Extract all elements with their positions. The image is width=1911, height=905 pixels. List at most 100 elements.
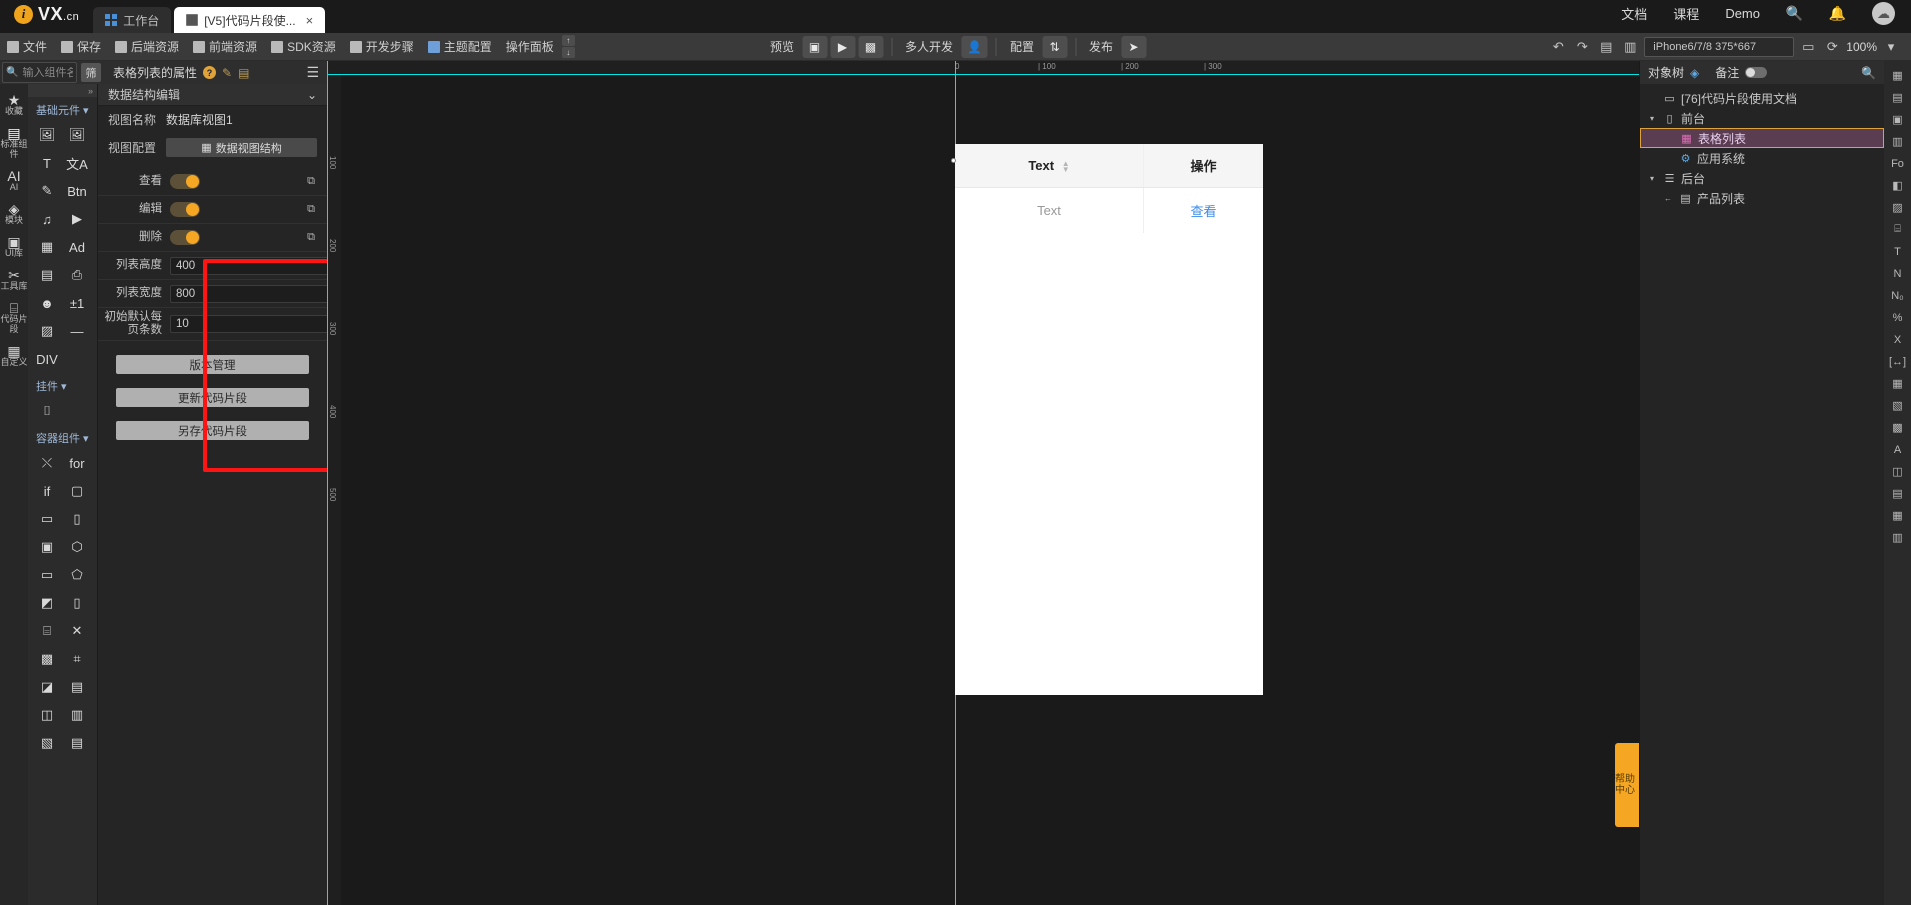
copy-icon[interactable]: ⧉ xyxy=(303,202,319,218)
property-input[interactable] xyxy=(170,284,327,303)
palette-item[interactable]: for xyxy=(62,449,92,477)
rail-tool-icon[interactable]: ▦ xyxy=(1887,66,1908,85)
rail-tool-icon[interactable]: ◫ xyxy=(1887,462,1908,481)
palette-item[interactable]: ▯ xyxy=(62,589,92,617)
object-tree-tab[interactable]: 对象树 xyxy=(1648,64,1684,81)
palette-item[interactable]: ✎ xyxy=(32,177,62,205)
palette-item[interactable]: 🖼 xyxy=(32,121,62,149)
rail-tool-icon[interactable]: X xyxy=(1887,330,1908,349)
palette-item[interactable]: ⤬ xyxy=(32,449,62,477)
data-structure-accordion[interactable]: 数据结构编辑 ⌄ xyxy=(98,84,327,106)
palette-item[interactable]: Btn xyxy=(62,177,92,205)
help-icon[interactable]: ? xyxy=(203,66,217,79)
multiuser-button[interactable]: 👤 xyxy=(961,35,988,58)
property-toggle[interactable] xyxy=(170,174,200,189)
palette-item[interactable]: ▤ xyxy=(32,261,62,289)
filter-button[interactable]: 筛 xyxy=(81,63,101,82)
view-config-button[interactable]: ▦ 数据视图结构 xyxy=(166,138,317,157)
property-input[interactable] xyxy=(170,315,327,333)
palette-item[interactable]: ▯ xyxy=(62,505,92,533)
tree-node[interactable]: ▾ ▯ 前台 xyxy=(1640,108,1884,128)
chevron-down-icon[interactable]: ▾ xyxy=(1646,174,1658,183)
preview-label[interactable]: 预览 xyxy=(765,38,799,55)
palette-item[interactable]: ▤ xyxy=(62,729,92,757)
rail-tool-icon[interactable]: Fo xyxy=(1887,154,1908,173)
nav-docs[interactable]: 文档 xyxy=(1621,4,1647,23)
rail-item-snippets[interactable]: ⌸ 代码片段 xyxy=(0,298,28,339)
device-preview[interactable]: Text ▲ ▼ 操作 Text 查看 xyxy=(951,144,1263,695)
palette-item[interactable]: ⬠ xyxy=(62,561,92,589)
tree-node[interactable]: ⚙ 应用系统 xyxy=(1640,148,1884,168)
search-box[interactable]: 🔍 xyxy=(2,62,77,83)
run-button[interactable]: ▶ xyxy=(830,35,856,58)
rail-tool-icon[interactable]: ▨ xyxy=(1887,198,1908,217)
palette-item[interactable]: ⎙ xyxy=(62,261,92,289)
toolbar-frontend-resources[interactable]: 前端资源 xyxy=(186,33,264,61)
rail-tool-icon[interactable]: ◧ xyxy=(1887,176,1908,195)
columns-icon[interactable]: ▥ xyxy=(1620,37,1640,57)
toolbar-operation-panel[interactable]: 操作面板 ↑ ↓ xyxy=(499,33,582,61)
palette-item[interactable]: ◫ xyxy=(32,701,62,729)
align-icon[interactable]: ▤ xyxy=(1596,37,1616,57)
palette-item[interactable]: DIV xyxy=(32,345,62,373)
help-center-button[interactable]: 帮助中心 xyxy=(1615,743,1639,827)
tree-node[interactable]: ▾ ☰ 后台 xyxy=(1640,168,1884,188)
rail-item-modules[interactable]: ◈ 模块 xyxy=(0,199,28,230)
canvas-area[interactable]: 100 200 300 400 500 0 | 100 | 200 | 300 Text ▲ … xyxy=(327,61,1639,905)
avatar[interactable]: ☁ xyxy=(1872,2,1895,25)
edit-icon[interactable]: ✎ xyxy=(222,66,232,80)
toolbar-save[interactable]: 保存 xyxy=(54,33,108,61)
chevron-down-icon[interactable]: ← xyxy=(1662,194,1674,203)
tab-code-snippet-doc[interactable]: [V5]代码片段使... × xyxy=(174,7,326,33)
toolbar-theme-config[interactable]: 主题配置 xyxy=(421,33,499,61)
update-snippet-button[interactable]: 更新代码片段 xyxy=(116,388,309,407)
copy-icon[interactable]: ⧉ xyxy=(303,230,319,246)
toolbar-dev-steps[interactable]: 开发步骤 xyxy=(343,33,421,61)
palette-item[interactable]: ☻ xyxy=(32,289,62,317)
tree-node[interactable]: ▭ [76]代码片段使用文档 xyxy=(1640,88,1884,108)
screen-icon[interactable]: ▭ xyxy=(1798,37,1818,57)
rail-tool-icon[interactable]: ▥ xyxy=(1887,528,1908,547)
palette-item[interactable]: 🖼 xyxy=(62,121,92,149)
rail-item-standard[interactable]: ▤ 标准组件 xyxy=(0,123,28,164)
publish-label[interactable]: 发布 xyxy=(1084,38,1118,55)
device-selector[interactable]: iPhone6/7/8 375*667 xyxy=(1644,36,1795,57)
search-icon[interactable]: 🔍 xyxy=(1786,5,1803,22)
palette-group-basic[interactable]: 基础元件 ▾ xyxy=(28,97,97,121)
tab-workbench[interactable]: 工作台 xyxy=(93,7,172,33)
palette-item[interactable]: ▭ xyxy=(32,561,62,589)
config-label[interactable]: 配置 xyxy=(1005,38,1039,55)
toolbar-backend-resources[interactable]: 后端资源 xyxy=(108,33,186,61)
rail-item-custom[interactable]: ▦ 自定义 xyxy=(0,341,28,372)
palette-item[interactable]: ▭ xyxy=(32,505,62,533)
note-icon[interactable]: ▤ xyxy=(238,66,249,80)
palette-item[interactable]: ⬡ xyxy=(62,533,92,561)
palette-item[interactable]: ♫ xyxy=(32,205,62,233)
rail-tool-icon[interactable]: N₀ xyxy=(1887,286,1908,305)
palette-item[interactable]: T xyxy=(32,149,62,177)
palette-item[interactable]: ⌷ xyxy=(32,397,62,425)
property-toggle[interactable] xyxy=(170,230,200,245)
palette-item[interactable]: ▢ xyxy=(62,477,92,505)
palette-item[interactable]: ▦ xyxy=(32,233,62,261)
palette-item[interactable]: ▧ xyxy=(32,729,62,757)
chevron-down-icon[interactable]: ▾ xyxy=(1881,37,1901,57)
bell-icon[interactable]: 🔔 xyxy=(1829,5,1846,22)
rail-tool-icon[interactable]: ▥ xyxy=(1887,132,1908,151)
menu-icon[interactable]: ☰ xyxy=(306,64,319,81)
rail-tool-icon[interactable]: A xyxy=(1887,440,1908,459)
toolbar-file[interactable]: 文件 xyxy=(0,33,54,61)
rail-tool-icon[interactable]: N xyxy=(1887,264,1908,283)
cell-action-view[interactable]: 查看 xyxy=(1142,187,1263,233)
undo-icon[interactable]: ↶ xyxy=(1548,37,1568,57)
close-icon[interactable]: × xyxy=(306,13,314,28)
palette-item[interactable]: ▥ xyxy=(62,701,92,729)
app-logo[interactable]: i VX.cn xyxy=(0,0,93,33)
rail-item-ai[interactable]: AI AI xyxy=(0,166,28,197)
rail-tool-icon[interactable]: % xyxy=(1887,308,1908,327)
palette-item[interactable]: ▣ xyxy=(32,533,62,561)
copy-icon[interactable]: ⧉ xyxy=(303,174,319,190)
palette-item[interactable]: Ad xyxy=(62,233,92,261)
toolbar-sdk-resources[interactable]: SDK资源 xyxy=(264,33,343,61)
resize-handle[interactable] xyxy=(951,158,956,163)
